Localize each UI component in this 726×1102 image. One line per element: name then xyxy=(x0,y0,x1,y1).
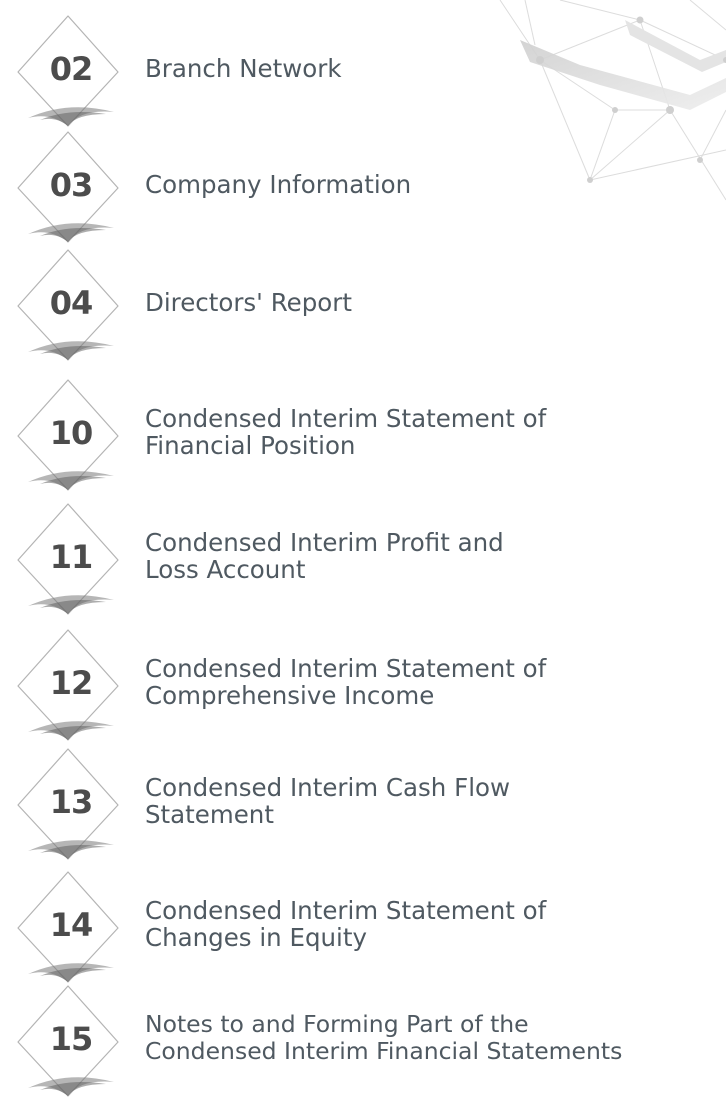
page-number: 12 xyxy=(49,664,94,702)
toc-entry-profit-and-loss-account[interactable]: 11 Condensed Interim Profit and Loss Acc… xyxy=(0,502,726,620)
entry-title: Notes to and Forming Part of the Condens… xyxy=(145,1010,623,1065)
entry-title: Branch Network xyxy=(145,54,342,83)
toc-entry-company-information[interactable]: 03 Company Information xyxy=(0,130,726,248)
page-number-badge: 15 xyxy=(10,984,130,1102)
page-number: 02 xyxy=(49,50,94,88)
page-number-badge: 12 xyxy=(10,628,130,746)
page-number: 10 xyxy=(49,414,94,452)
entry-title: Condensed Interim Statement of Financial… xyxy=(145,404,547,460)
toc-entry-directors-report[interactable]: 04 Directors' Report xyxy=(0,248,726,366)
page-number-badge: 10 xyxy=(10,378,130,496)
entry-title: Condensed Interim Profit and Loss Accoun… xyxy=(145,528,504,584)
page-number-badge: 02 xyxy=(10,14,130,132)
entry-title: Condensed Interim Statement of Comprehen… xyxy=(145,654,547,710)
page-number-badge: 11 xyxy=(10,502,130,620)
page-number-badge: 14 xyxy=(10,870,130,988)
page-number: 15 xyxy=(49,1020,94,1058)
toc-entry-changes-in-equity[interactable]: 14 Condensed Interim Statement of Change… xyxy=(0,870,726,988)
entry-title: Company Information xyxy=(145,170,412,199)
page-number-badge: 03 xyxy=(10,130,130,248)
page-number: 04 xyxy=(49,284,94,322)
entry-title: Condensed Interim Cash Flow Statement xyxy=(145,773,511,829)
page-number: 14 xyxy=(49,906,94,944)
toc-entry-branch-network[interactable]: 02 Branch Network xyxy=(0,14,726,132)
entry-title: Condensed Interim Statement of Changes i… xyxy=(145,896,547,952)
toc-entry-cash-flow-statement[interactable]: 13 Condensed Interim Cash Flow Statement xyxy=(0,747,726,865)
page-number-badge: 13 xyxy=(10,747,130,865)
page-number: 11 xyxy=(49,538,94,576)
table-of-contents: 02 Branch Network 03 Company Information… xyxy=(0,0,726,1097)
page-number: 13 xyxy=(49,783,94,821)
toc-entry-comprehensive-income[interactable]: 12 Condensed Interim Statement of Compre… xyxy=(0,628,726,746)
page-number: 03 xyxy=(49,166,94,204)
toc-entry-notes-to-financial-statements[interactable]: 15 Notes to and Forming Part of the Cond… xyxy=(0,984,726,1102)
toc-entry-statement-of-financial-position[interactable]: 10 Condensed Interim Statement of Financ… xyxy=(0,378,726,496)
entry-title: Directors' Report xyxy=(145,288,352,317)
page-number-badge: 04 xyxy=(10,248,130,366)
